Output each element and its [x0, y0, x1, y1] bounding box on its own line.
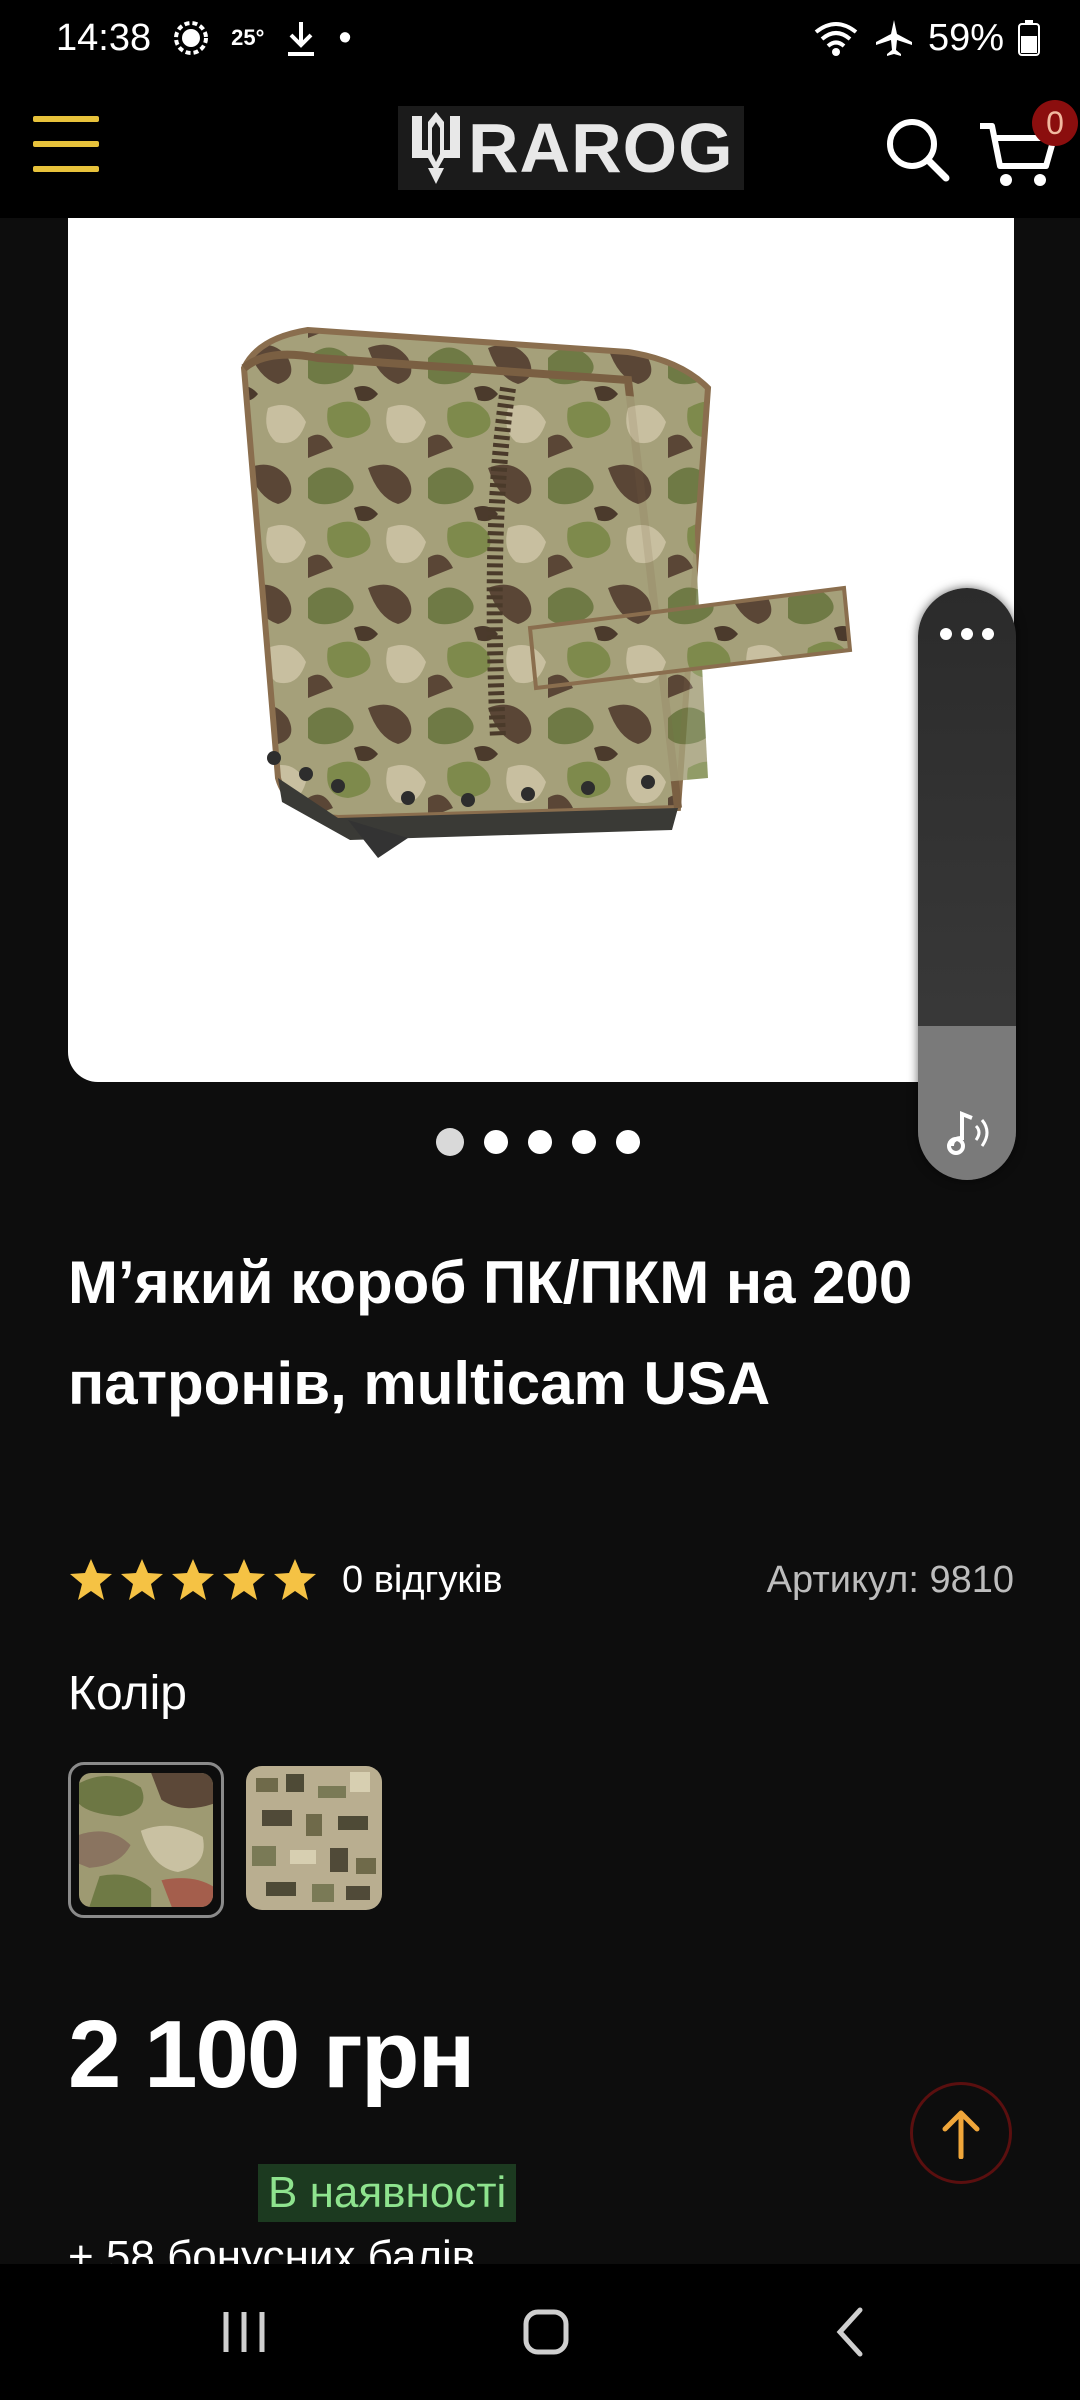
- volume-panel[interactable]: [918, 588, 1016, 1180]
- download-icon: [284, 18, 318, 58]
- star-icon: [223, 1559, 265, 1600]
- search-button[interactable]: [884, 116, 950, 182]
- ammo-box-photo: [240, 326, 853, 858]
- trident-logo-icon: [412, 112, 460, 184]
- product-image[interactable]: [68, 218, 1014, 1082]
- color-swatch-pixel[interactable]: [246, 1766, 382, 1910]
- image-carousel-dots: [436, 1128, 640, 1156]
- star-icon: [70, 1559, 112, 1600]
- star-icon: [274, 1559, 316, 1600]
- recent-apps-icon: [223, 2312, 265, 2352]
- scroll-to-top-button[interactable]: [910, 2082, 1012, 2184]
- system-navigation-bar: [0, 2264, 1080, 2400]
- carousel-dot-3[interactable]: [528, 1130, 552, 1154]
- carousel-dot-5[interactable]: [616, 1130, 640, 1154]
- status-time: 14:38: [56, 16, 152, 59]
- arrow-up-icon: [942, 2110, 980, 2159]
- back-button[interactable]: [810, 2302, 890, 2362]
- back-icon: [836, 2307, 863, 2357]
- battery-percent: 59%: [927, 16, 1004, 59]
- recent-apps-button[interactable]: [204, 2302, 284, 2362]
- menu-line: [33, 116, 99, 122]
- airplane-mode-icon: [874, 18, 914, 58]
- menu-line: [33, 166, 99, 172]
- availability-badge: В наявності: [258, 2164, 517, 2222]
- reviews-link[interactable]: 0 відгуків: [342, 1559, 503, 1602]
- more-options-icon[interactable]: [940, 628, 994, 640]
- menu-button[interactable]: [33, 116, 99, 172]
- logo-text: RAROG: [468, 109, 734, 187]
- site-header: RAROG 0: [0, 76, 1080, 218]
- site-logo[interactable]: RAROG: [398, 106, 744, 190]
- color-label: Колір: [68, 1667, 187, 1720]
- home-icon: [523, 2309, 569, 2355]
- star-icon: [172, 1559, 214, 1600]
- rating-row: 0 відгуків Артикул: 9810: [68, 1550, 1014, 1610]
- carousel-dot-2[interactable]: [484, 1130, 508, 1154]
- status-dot: •: [338, 16, 352, 59]
- carousel-dot-1[interactable]: [436, 1128, 464, 1156]
- search-icon: [887, 119, 950, 182]
- color-swatch-multicam[interactable]: [68, 1762, 224, 1918]
- sound-icon[interactable]: [942, 1106, 996, 1160]
- battery-icon: [1018, 20, 1040, 56]
- menu-line: [33, 141, 99, 147]
- product-title: М’який короб ПК/ПКМ на 200 патронів, mul…: [68, 1249, 913, 1417]
- status-left: 14:38 25° •: [56, 17, 352, 60]
- multicam-pattern: [79, 1773, 213, 1907]
- wifi-icon: [812, 18, 860, 58]
- status-right: 59%: [812, 17, 1040, 60]
- home-button[interactable]: [506, 2302, 586, 2362]
- product-price: 2 100 грн: [68, 2001, 476, 2108]
- screen: 14:38 25° • 59% RAROG 0 М’який короб ПК/…: [0, 0, 1080, 2400]
- cart-count-badge: 0: [1032, 100, 1078, 146]
- rating-stars[interactable]: [68, 1557, 318, 1603]
- status-temperature: 25°: [231, 25, 265, 50]
- pixel-camo-pattern: [246, 1766, 382, 1910]
- notification-app-icon: [171, 18, 211, 58]
- status-bar: 14:38 25° • 59%: [0, 0, 1080, 76]
- carousel-dot-4[interactable]: [572, 1130, 596, 1154]
- star-icon: [121, 1559, 163, 1600]
- sku-label: Артикул: 9810: [766, 1558, 1014, 1601]
